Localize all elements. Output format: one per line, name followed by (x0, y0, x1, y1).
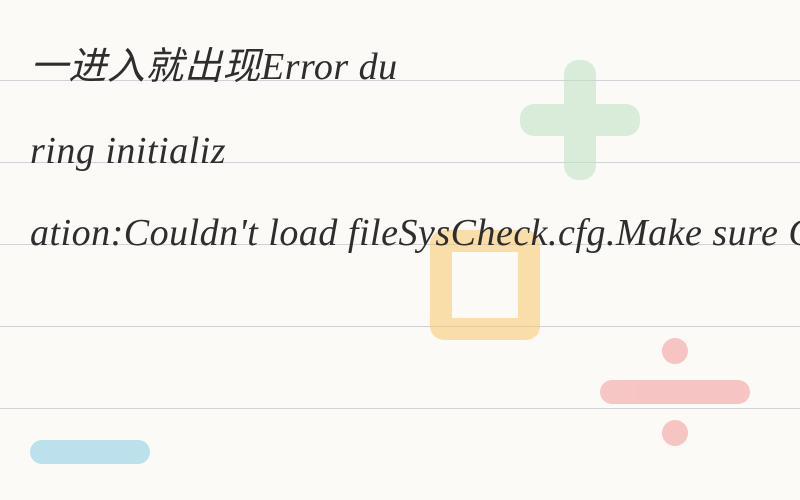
lined-paper: 一进入就出现Error du ring initializ ation:Coul… (0, 0, 800, 500)
minus-icon (30, 440, 150, 464)
text-line-1: 一进入就出现Error du (30, 48, 398, 86)
plus-icon (520, 60, 640, 180)
text-line-3: ation:Couldn't load fileSysCheck.cfg.Mak… (30, 214, 800, 252)
divide-icon (600, 330, 750, 450)
rule-line (0, 326, 800, 327)
page-root: 一进入就出现Error du ring initializ ation:Coul… (0, 0, 800, 500)
text-line-2: ring initializ (30, 132, 226, 170)
